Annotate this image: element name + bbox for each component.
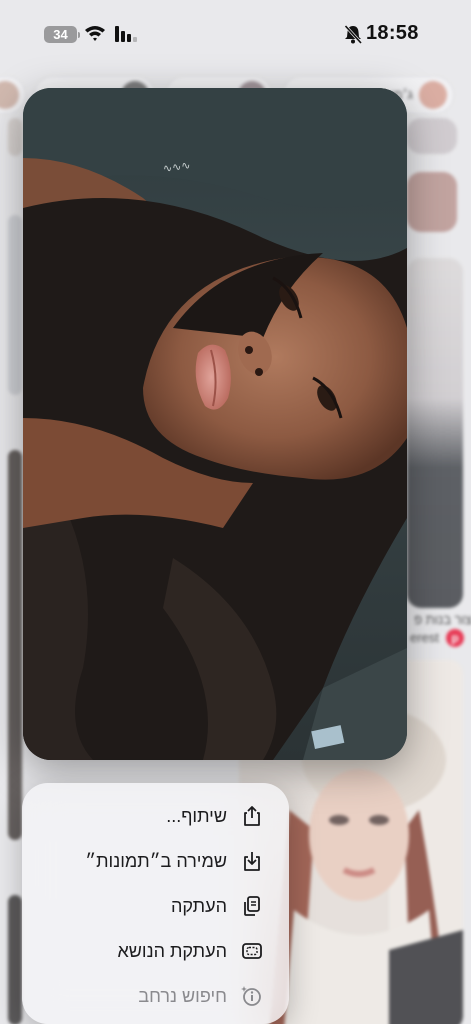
image-preview[interactable]: ∿∿∿ — [23, 88, 407, 760]
menu-item-label: שמירה ב״תמונות״ — [85, 850, 227, 871]
menu-item-label: חיפוש נרחב — [138, 985, 227, 1006]
context-menu: שיתוף... שמירה ב״תמונות״ העתקה העתקת הנו… — [22, 783, 289, 1024]
bell-slash-icon — [344, 25, 362, 44]
menu-item-label: העתקת הנושא — [117, 940, 227, 961]
status-bar: 34 18:58 — [0, 0, 471, 70]
wifi-icon — [85, 26, 105, 41]
menu-item-label: שיתוף... — [166, 805, 227, 826]
menu-item-label: העתקה — [171, 895, 227, 916]
signal-icon — [115, 26, 137, 42]
menu-item-visual-lookup[interactable]: חיפוש נרחב — [22, 973, 289, 1019]
menu-item-copy[interactable]: העתקה — [22, 883, 289, 929]
menu-item-copy-subject[interactable]: העתקת הנושא — [22, 928, 289, 974]
copy-subject-icon — [242, 943, 262, 959]
save-to-photos-icon — [244, 852, 260, 871]
visual-lookup-icon — [241, 986, 261, 1006]
battery-indicator: 34 — [44, 26, 80, 43]
preview-photo: ∿∿∿ — [23, 88, 407, 760]
copy-icon — [244, 896, 260, 916]
menu-item-save-to-photos[interactable]: שמירה ב״תמונות״ — [22, 838, 289, 884]
clock: 18:58 — [366, 22, 419, 44]
menu-item-share[interactable]: שיתוף... — [22, 793, 289, 839]
share-icon — [244, 806, 260, 826]
